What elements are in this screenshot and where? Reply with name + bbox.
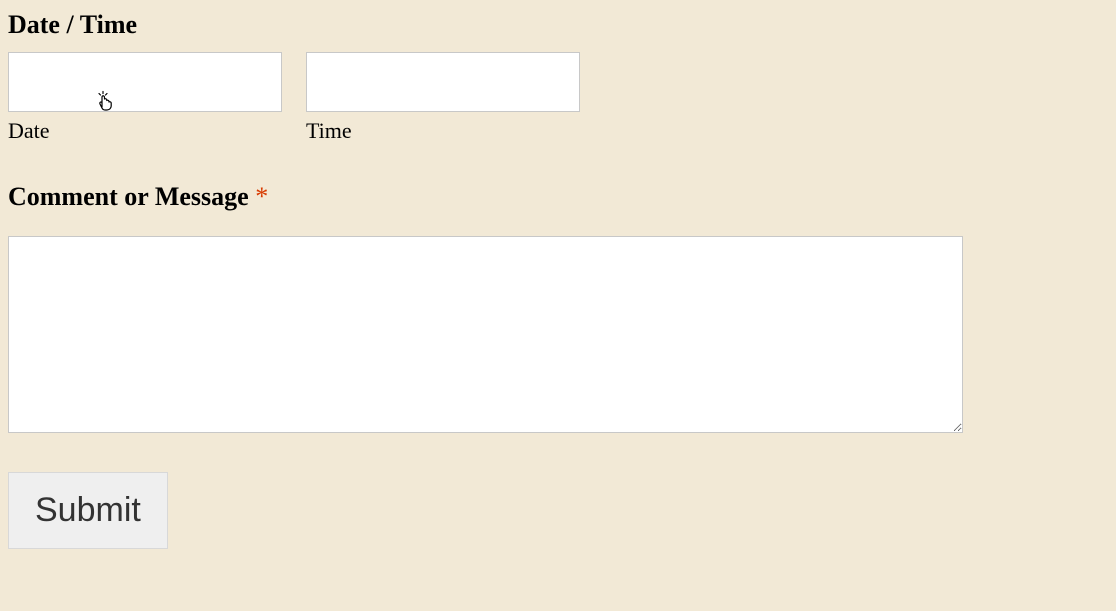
date-sub-label: Date — [8, 118, 282, 144]
date-input[interactable] — [8, 52, 282, 112]
comment-section: Comment or Message * — [8, 182, 1108, 438]
form-container: Date / Time Date Time Comment or Message… — [8, 10, 1108, 549]
date-time-section: Date / Time Date Time — [8, 10, 1108, 144]
comment-heading: Comment or Message * — [8, 182, 1108, 212]
date-field-group: Date — [8, 52, 282, 144]
time-sub-label: Time — [306, 118, 580, 144]
submit-button[interactable]: Submit — [8, 472, 168, 549]
comment-textarea[interactable] — [8, 236, 963, 433]
time-field-group: Time — [306, 52, 580, 144]
time-input[interactable] — [306, 52, 580, 112]
comment-heading-text: Comment or Message — [8, 182, 255, 211]
required-mark: * — [255, 182, 268, 211]
date-time-heading: Date / Time — [8, 10, 1108, 40]
date-time-row: Date Time — [8, 52, 1108, 144]
